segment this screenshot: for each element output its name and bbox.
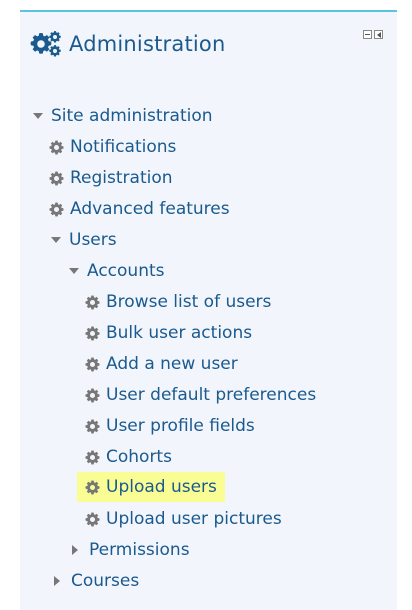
gear-icon [85, 419, 100, 434]
block-title: Administration [69, 32, 226, 56]
tree-item-notifications[interactable]: Notifications [49, 135, 176, 159]
tree-item-user-default-preferences[interactable]: User default preferences [85, 383, 316, 407]
tree-item-label: Cohorts [106, 447, 172, 467]
tree-item-label: Notifications [70, 137, 177, 157]
tree-item-label: Accounts [87, 261, 165, 281]
gears-icon [30, 30, 62, 58]
gear-icon [49, 202, 64, 217]
tree-item-label: Registration [70, 168, 173, 188]
tree-item-label: Courses [71, 571, 140, 591]
tree-item-label: Users [69, 230, 117, 250]
tree-item-permissions[interactable]: Permissions [70, 538, 190, 562]
highlight-marker: Upload users [77, 472, 225, 502]
block-header: Administration [30, 30, 225, 58]
tree-item-label: Advanced features [70, 199, 230, 219]
tree-item-accounts[interactable]: Accounts [69, 259, 165, 283]
tree-item-upload-users[interactable]: Upload users [77, 472, 225, 502]
tree-item-add-new-user[interactable]: Add a new user [85, 352, 238, 376]
tree-item-registration[interactable]: Registration [49, 166, 173, 190]
collapsed-arrow-icon [54, 576, 60, 586]
gear-icon [85, 295, 100, 310]
block-controls [363, 30, 383, 39]
gear-icon [85, 326, 100, 341]
tree-item-label: User default preferences [106, 385, 317, 405]
gear-icon [49, 140, 64, 155]
gear-icon [85, 357, 100, 372]
tree-item-site-administration[interactable]: Site administration [33, 104, 213, 128]
tree-item-label: Bulk user actions [106, 323, 253, 343]
tree-item-label: Add a new user [106, 354, 238, 374]
gear-icon [85, 512, 100, 527]
tree-item-label: Permissions [89, 540, 190, 560]
expanded-arrow-icon [33, 113, 43, 119]
dock-icon[interactable] [374, 30, 383, 39]
expanded-arrow-icon [69, 268, 79, 274]
minimize-icon[interactable] [363, 30, 372, 39]
tree-item-cohorts[interactable]: Cohorts [85, 445, 172, 469]
tree-item-label: Upload users [106, 477, 217, 497]
gear-icon [49, 171, 64, 186]
tree-item-advanced-features[interactable]: Advanced features [49, 197, 230, 221]
tree-item-user-profile-fields[interactable]: User profile fields [85, 414, 255, 438]
gear-icon [85, 388, 100, 403]
gear-icon [85, 450, 100, 465]
collapsed-arrow-icon [72, 545, 78, 555]
expanded-arrow-icon [51, 237, 61, 243]
tree-item-label: Upload user pictures [106, 509, 282, 529]
tree-item-bulk-user-actions[interactable]: Bulk user actions [85, 321, 252, 345]
administration-block: Administration Site administration Notif… [20, 10, 397, 610]
tree-item-courses[interactable]: Courses [52, 569, 139, 593]
gear-icon [85, 480, 100, 495]
tree-item-browse-users[interactable]: Browse list of users [85, 290, 271, 314]
tree-item-label: Browse list of users [106, 292, 272, 312]
tree-item-users[interactable]: Users [51, 228, 117, 252]
tree-item-upload-user-pictures[interactable]: Upload user pictures [85, 507, 282, 531]
tree-item-label: Site administration [51, 106, 213, 126]
tree-item-label: User profile fields [106, 416, 255, 436]
